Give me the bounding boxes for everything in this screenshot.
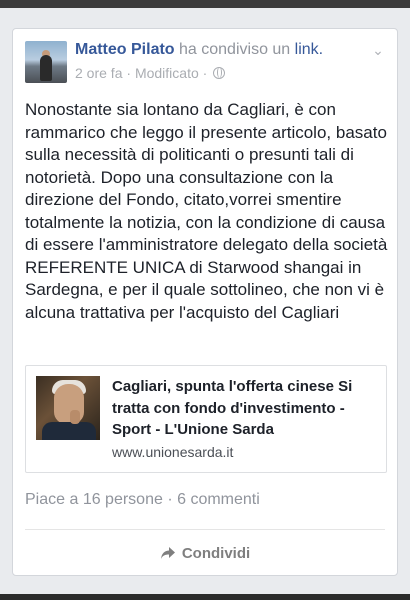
link-thumbnail[interactable] xyxy=(36,376,100,440)
meta-separator: · xyxy=(126,65,132,81)
engagement-stats[interactable]: Piace a 16 persone · 6 commenti xyxy=(25,491,260,509)
post-meta: 2 ore fa · Modificato · xyxy=(75,65,226,81)
share-arrow-icon xyxy=(160,547,175,559)
thumb-hand xyxy=(70,410,80,424)
post-body: Nonostante sia lontano da Cagliari, è co… xyxy=(25,100,388,322)
link-preview-title[interactable]: Cagliari, spunta l'offerta cinese Si tra… xyxy=(112,376,378,441)
share-button[interactable]: Condividi xyxy=(13,537,397,569)
post-header: Matteo Pilato ha condiviso un link. xyxy=(75,41,323,59)
avatar-figure xyxy=(40,55,52,81)
status-bar xyxy=(0,0,410,8)
post-card: Matteo Pilato ha condiviso un link. ⌄ 2 … xyxy=(12,28,398,576)
meta-separator-2: · xyxy=(202,65,208,81)
divider xyxy=(25,529,385,530)
author-name[interactable]: Matteo Pilato xyxy=(75,41,175,58)
globe-icon[interactable] xyxy=(213,67,226,79)
post-time[interactable]: 2 ore fa xyxy=(75,65,122,81)
edited-label[interactable]: Modificato xyxy=(135,65,199,81)
thumb-shirt xyxy=(42,422,96,440)
chevron-down-icon[interactable]: ⌄ xyxy=(371,43,385,57)
author-avatar[interactable] xyxy=(25,41,67,83)
post-action: ha condiviso un xyxy=(179,41,291,58)
link-preview-domain: www.unionesarda.it xyxy=(112,444,234,460)
link-preview-card[interactable]: Cagliari, spunta l'offerta cinese Si tra… xyxy=(25,365,387,473)
share-label: Condividi xyxy=(181,544,251,562)
bottom-bar xyxy=(0,594,410,600)
shared-object-link[interactable]: link. xyxy=(295,41,323,58)
